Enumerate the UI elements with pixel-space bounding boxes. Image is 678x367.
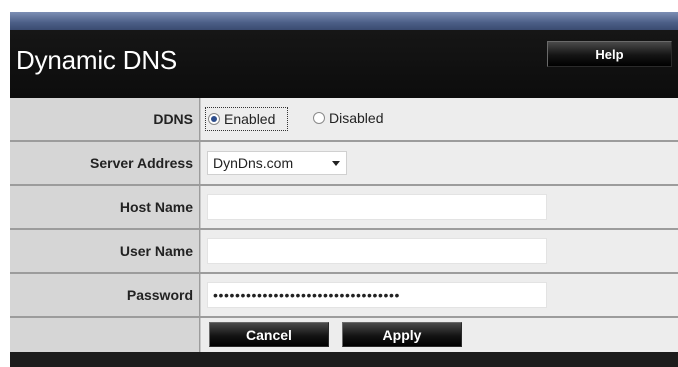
ddns-enabled-radio[interactable] (208, 113, 220, 125)
server-address-row: Server Address DynDns.com (10, 142, 678, 186)
host-name-input[interactable] (207, 194, 547, 220)
ddns-disabled-option[interactable]: Disabled (313, 107, 383, 129)
page-title: Dynamic DNS (16, 45, 178, 75)
ddns-enabled-option[interactable]: Enabled (205, 107, 289, 131)
top-accent-bar (10, 12, 678, 30)
ddns-value-cell: Enabled Disabled (201, 98, 678, 140)
page-footer (10, 352, 678, 367)
user-name-value-cell (201, 230, 678, 272)
password-row: Password •••••••••••••••••••••••••••••••… (10, 274, 678, 318)
password-input[interactable]: •••••••••••••••••••••••••••••••••• (207, 282, 547, 308)
ddns-disabled-radio[interactable] (313, 112, 325, 124)
host-name-row: Host Name (10, 186, 678, 230)
dynamic-dns-form: DDNS Enabled Disabled Server Address Dyn… (10, 98, 678, 352)
ddns-enabled-label[interactable]: Enabled (224, 111, 275, 127)
password-label: Password (10, 274, 200, 316)
actions-value-cell: Cancel Apply (201, 318, 678, 352)
password-value-cell: •••••••••••••••••••••••••••••••••• (201, 274, 678, 316)
server-address-selected-value: DynDns.com (213, 155, 294, 171)
page-frame: Dynamic DNS Help DDNS Enabled Disabled S… (10, 12, 678, 367)
cancel-button[interactable]: Cancel (209, 322, 329, 347)
ddns-row: DDNS Enabled Disabled (10, 98, 678, 142)
server-address-label: Server Address (10, 142, 200, 184)
host-name-label: Host Name (10, 186, 200, 228)
user-name-input[interactable] (207, 238, 547, 264)
ddns-disabled-label[interactable]: Disabled (329, 110, 383, 126)
help-button[interactable]: Help (547, 41, 672, 67)
host-name-value-cell (201, 186, 678, 228)
actions-label-cell (10, 318, 200, 352)
server-address-value-cell: DynDns.com (201, 142, 678, 184)
radio-selected-dot (211, 116, 217, 122)
ddns-label: DDNS (10, 98, 200, 140)
server-address-select[interactable]: DynDns.com (207, 151, 347, 175)
apply-button[interactable]: Apply (342, 322, 462, 347)
actions-row: Cancel Apply (10, 318, 678, 352)
user-name-label: User Name (10, 230, 200, 272)
user-name-row: User Name (10, 230, 678, 274)
chevron-down-icon (332, 161, 340, 166)
